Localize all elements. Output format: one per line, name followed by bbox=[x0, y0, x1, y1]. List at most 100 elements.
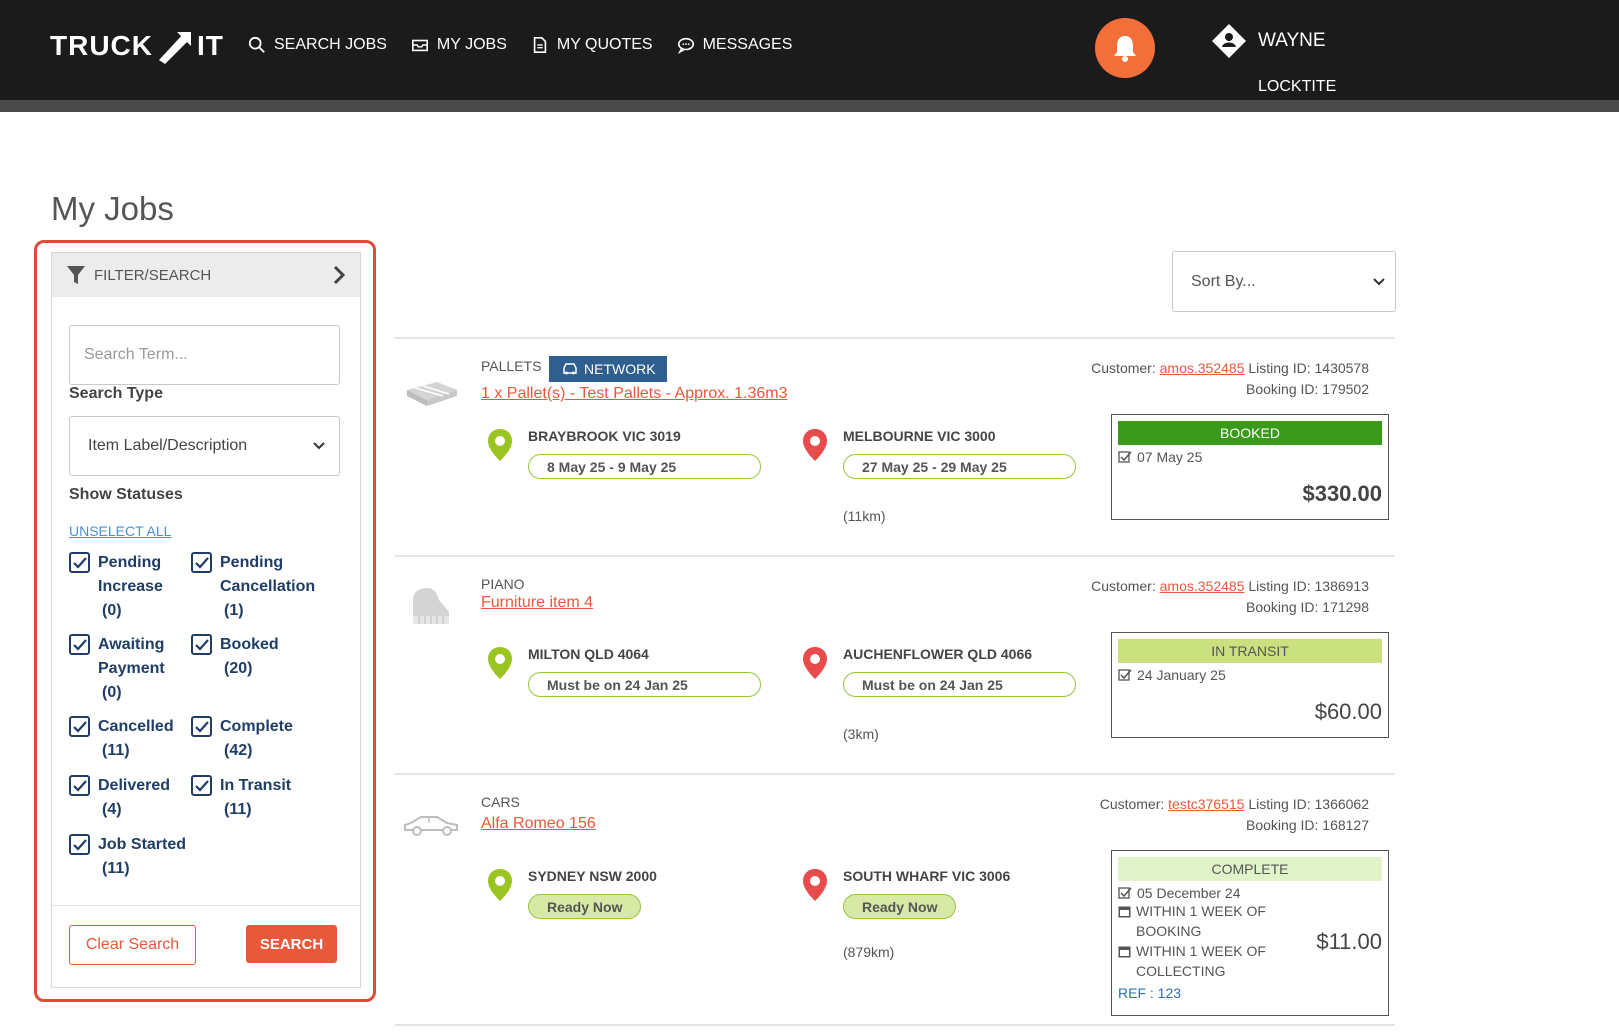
unselect-all-link[interactable]: UNSELECT ALL bbox=[69, 523, 171, 539]
check-square-icon bbox=[1118, 887, 1132, 899]
nav-label: MY JOBS bbox=[436, 36, 507, 53]
nav-my-quotes[interactable]: MY QUOTES bbox=[531, 36, 653, 54]
sidebar-divider bbox=[52, 905, 360, 906]
pickup-date-pill: Must be on 24 Jan 25 bbox=[528, 672, 761, 697]
status-checkbox[interactable] bbox=[69, 775, 90, 796]
sort-value: Sort By... bbox=[1191, 272, 1256, 290]
status-checkbox[interactable] bbox=[191, 775, 212, 796]
status-label: Pending bbox=[220, 554, 284, 571]
job-category: PALLETS bbox=[481, 358, 542, 374]
status-count: (0) bbox=[102, 602, 122, 619]
status-cancelled[interactable]: Cancelled (11) bbox=[69, 715, 174, 763]
status-count: (1) bbox=[224, 602, 244, 619]
check-square-icon bbox=[1118, 669, 1132, 681]
status-job-started[interactable]: Job Started (11) bbox=[69, 833, 186, 881]
filter-icon bbox=[67, 266, 85, 284]
status-count: (42) bbox=[224, 742, 253, 759]
status-pending-cancellation[interactable]: Pending Cancellation (1) bbox=[191, 551, 315, 623]
network-badge: NETWORK bbox=[549, 356, 667, 382]
pickup-date-pill: Ready Now bbox=[528, 894, 642, 919]
job-price: $60.00 bbox=[1314, 699, 1382, 724]
job-title-link[interactable]: Alfa Romeo 156 bbox=[481, 815, 596, 833]
search-icon bbox=[248, 36, 265, 53]
chevron-down-icon bbox=[1373, 277, 1385, 285]
status-label-line2: Increase bbox=[98, 578, 163, 595]
pickup-pin-icon bbox=[488, 869, 512, 901]
logo-text-right: IT bbox=[197, 30, 224, 61]
check-icon bbox=[72, 838, 87, 851]
status-label-line2: Payment bbox=[98, 660, 165, 677]
customer-label: Customer: bbox=[1099, 796, 1165, 812]
customer-link[interactable]: amos.352485 bbox=[1160, 578, 1245, 594]
status-checkbox[interactable] bbox=[69, 634, 90, 655]
listing-id: Listing ID: 1366062 bbox=[1248, 796, 1369, 812]
status-date-line: 24 January 25 bbox=[1118, 667, 1382, 683]
check-square-icon bbox=[1118, 451, 1132, 463]
booking-window: WITHIN 1 WEEK OF BOOKING bbox=[1136, 903, 1266, 939]
customer-link[interactable]: amos.352485 bbox=[1160, 360, 1245, 376]
nav-label: SEARCH JOBS bbox=[274, 36, 387, 53]
status-booked[interactable]: Booked (20) bbox=[191, 633, 279, 681]
status-bar: BOOKED bbox=[1118, 421, 1382, 445]
status-pending-increase[interactable]: Pending Increase (0) bbox=[69, 551, 163, 623]
status-label: Cancelled bbox=[98, 718, 174, 735]
job-meta: Customer: amos.352485 Listing ID: 138691… bbox=[1091, 576, 1369, 618]
job-title-link[interactable]: 1 x Pallet(s) - Test Pallets - Approx. 1… bbox=[481, 385, 788, 403]
nav-label: MY QUOTES bbox=[556, 36, 653, 53]
status-label-line2: Cancellation bbox=[220, 578, 316, 595]
status-label: Awaiting bbox=[98, 636, 165, 653]
status-date: 24 January 25 bbox=[1137, 667, 1226, 683]
calendar-icon bbox=[1118, 906, 1131, 918]
job-title-link[interactable]: Furniture item 4 bbox=[481, 594, 593, 612]
status-checkbox[interactable] bbox=[191, 634, 212, 655]
search-term-input[interactable] bbox=[69, 325, 340, 385]
job-status-box: BOOKED 07 May 25 $330.00 bbox=[1111, 414, 1389, 520]
main-nav: SEARCH JOBS MY JOBS MY QUOTES MESSAGES bbox=[248, 36, 792, 54]
header-strip bbox=[0, 100, 1619, 112]
nav-messages[interactable]: MESSAGES bbox=[677, 36, 793, 54]
pickup-date-pill: 8 May 25 - 9 May 25 bbox=[528, 454, 761, 479]
user-menu[interactable]: WAYNE bbox=[1210, 22, 1326, 60]
nav-my-jobs[interactable]: MY JOBS bbox=[411, 36, 507, 54]
status-checkbox[interactable] bbox=[69, 552, 90, 573]
truckit-logo[interactable]: TRUCK IT bbox=[50, 26, 224, 66]
document-icon bbox=[533, 36, 547, 54]
job-meta: Customer: amos.352485 Listing ID: 143057… bbox=[1091, 358, 1369, 400]
status-in-transit[interactable]: In Transit (11) bbox=[191, 774, 291, 822]
nav-label: MESSAGES bbox=[702, 36, 793, 53]
filter-header-label: FILTER/SEARCH bbox=[94, 266, 212, 284]
job-card: PALLETS NETWORK 1 x Pallet(s) - Test Pal… bbox=[395, 338, 1395, 556]
dropoff-place: SOUTH WHARF VIC 3006 bbox=[843, 868, 1011, 884]
listing-id: Listing ID: 1430578 bbox=[1248, 360, 1369, 376]
status-awaiting-payment[interactable]: Awaiting Payment (0) bbox=[69, 633, 165, 705]
customer-link[interactable]: testc376515 bbox=[1168, 796, 1244, 812]
nav-search-jobs[interactable]: SEARCH JOBS bbox=[248, 36, 387, 54]
search-button[interactable]: SEARCH bbox=[246, 925, 337, 963]
collecting-window: WITHIN 1 WEEK OF COLLECTING bbox=[1136, 943, 1266, 979]
status-complete[interactable]: Complete (42) bbox=[191, 715, 293, 763]
booking-id: Booking ID: 168127 bbox=[1246, 817, 1369, 833]
filter-header[interactable]: FILTER/SEARCH bbox=[52, 253, 360, 297]
chat-icon bbox=[677, 37, 694, 54]
job-divider bbox=[395, 1024, 1395, 1026]
search-type-value: Item Label/Description bbox=[88, 437, 248, 454]
status-count: (11) bbox=[224, 801, 252, 818]
customer-label: Customer: bbox=[1091, 360, 1156, 376]
dropoff-pin-icon bbox=[803, 429, 827, 461]
status-checkbox[interactable] bbox=[69, 834, 90, 855]
search-type-select[interactable]: Item Label/Description bbox=[69, 416, 340, 476]
booking-id: Booking ID: 171298 bbox=[1246, 599, 1369, 615]
status-checkbox[interactable] bbox=[191, 716, 212, 737]
network-badge-label: NETWORK bbox=[584, 361, 656, 377]
pickup-pin-icon bbox=[488, 429, 512, 461]
status-checkbox[interactable] bbox=[69, 716, 90, 737]
booking-id: Booking ID: 179502 bbox=[1246, 381, 1369, 397]
status-checkbox[interactable] bbox=[191, 552, 212, 573]
status-delivered[interactable]: Delivered (4) bbox=[69, 774, 170, 822]
clear-search-button[interactable]: Clear Search bbox=[69, 925, 196, 965]
check-icon bbox=[72, 638, 87, 651]
status-bar: COMPLETE bbox=[1118, 857, 1382, 881]
job-category: PIANO bbox=[481, 576, 525, 592]
sort-select[interactable]: Sort By... bbox=[1172, 251, 1396, 312]
notifications-button[interactable] bbox=[1095, 18, 1155, 78]
